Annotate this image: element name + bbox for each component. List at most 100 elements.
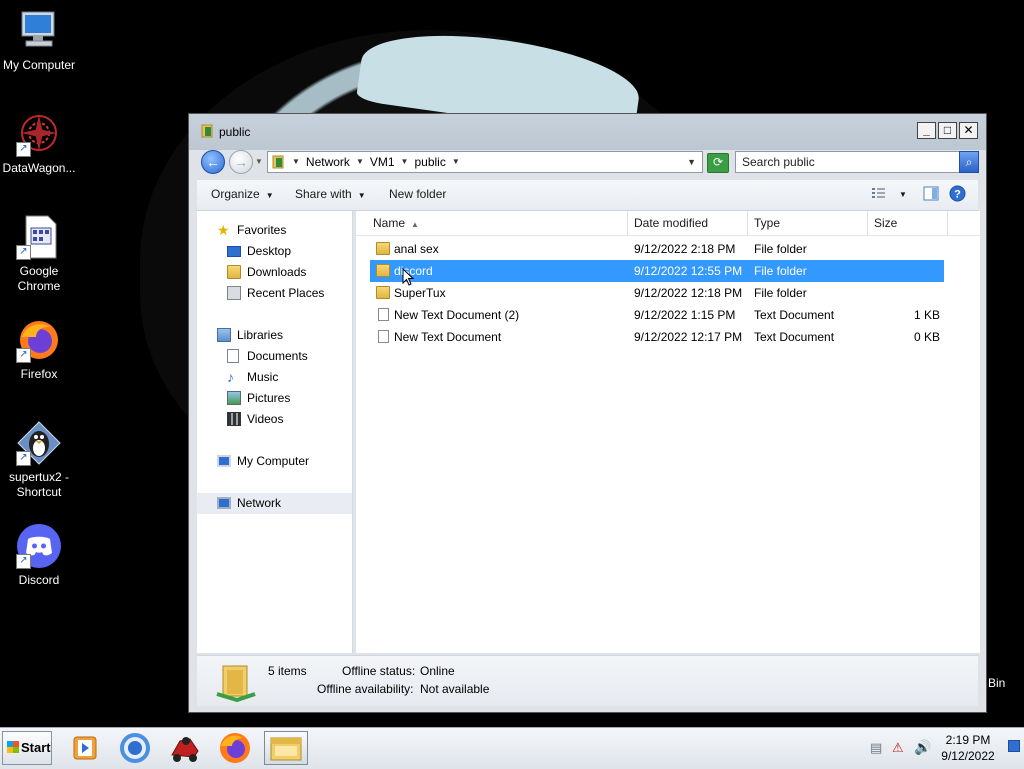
change-view-icon[interactable] [871, 186, 887, 200]
star-icon: ★ [217, 222, 230, 238]
media-player-icon [73, 736, 97, 760]
desktop-icon-supertux2[interactable]: ↗ supertux2 - Shortcut [0, 420, 78, 500]
refresh-button[interactable]: ⟳ [707, 153, 729, 173]
show-desktop-icon[interactable] [1008, 740, 1020, 752]
organize-button[interactable]: Organize ▼ [211, 187, 274, 201]
shortcut-arrow-icon: ↗ [16, 348, 31, 363]
network-folder-large-icon [216, 665, 256, 703]
nav-libraries[interactable]: Libraries [197, 325, 352, 346]
desktop-icon-my-computer[interactable]: My Computer [0, 8, 78, 73]
network-warning-icon[interactable]: ⚠ [892, 740, 904, 756]
file-list: Name ▲ Date modified Type Size anal sex 9/… [356, 211, 980, 653]
breadcrumb-vm1[interactable]: VM1 [370, 152, 395, 172]
column-header-date[interactable]: Date modified [628, 211, 748, 235]
desktop-icon-google-chrome[interactable]: ↗ Google Chrome [0, 214, 78, 294]
maximize-button[interactable]: □ [938, 122, 957, 139]
nav-pictures[interactable]: Pictures [197, 388, 352, 409]
search-icon[interactable]: ⌕ [959, 151, 979, 173]
taskbar-media-player[interactable] [66, 731, 104, 765]
offline-availability-label: Offline availability: [317, 682, 414, 696]
forward-button[interactable]: → [229, 150, 253, 174]
nav-videos[interactable]: Videos [197, 409, 352, 430]
folder-icon [376, 264, 390, 277]
explorer-icon [270, 737, 302, 761]
help-icon[interactable]: ? [949, 185, 966, 202]
start-button[interactable]: Start [2, 731, 52, 765]
file-name: New Text Document (2) [394, 308, 520, 322]
file-row[interactable]: New Text Document (2) 9/12/2022 1:15 PM Te… [370, 304, 944, 326]
explorer-window: public _ □ ✕ ← → ▼ ▼ Network ▼ VM1 ▼ pub… [188, 113, 987, 713]
supertux-kart-icon [171, 737, 199, 762]
taskbar-supertux[interactable] [166, 731, 204, 765]
nav-recent-places[interactable]: Recent Places [197, 283, 352, 304]
search-input[interactable]: Search public [735, 151, 971, 173]
supertux-icon: ↗ [16, 420, 62, 466]
nav-network[interactable]: Network [197, 493, 352, 514]
volume-icon[interactable]: 🔊 [914, 739, 931, 756]
breadcrumb-network[interactable]: Network [306, 152, 350, 172]
address-history-dropdown[interactable]: ▼ [687, 152, 696, 172]
nav-network-label: Network [237, 496, 282, 510]
desktop-icon-recycle-bin-label[interactable]: Bin [988, 676, 1005, 690]
documents-icon [227, 349, 239, 363]
breadcrumb-chevron-icon[interactable]: ▼ [356, 152, 364, 172]
file-name: New Text Document [394, 330, 502, 344]
shortcut-arrow-icon: ↗ [16, 554, 31, 569]
file-row[interactable]: SuperTux 9/12/2022 12:18 PM File folder [370, 282, 944, 304]
taskbar-chrome[interactable] [116, 731, 154, 765]
nav-music[interactable]: ♪ Music [197, 367, 352, 388]
breadcrumb-chevron-icon[interactable]: ▼ [401, 152, 409, 172]
breadcrumb-chevron-icon[interactable]: ▼ [452, 152, 460, 172]
nav-downloads[interactable]: Downloads [197, 262, 352, 283]
close-button[interactable]: ✕ [959, 122, 978, 139]
new-folder-button[interactable]: New folder [389, 187, 446, 201]
taskbar: Start ▤ ⚠ 🔊 2:19 PM 9/12/2022 [0, 727, 1024, 769]
back-button[interactable]: ← [201, 150, 225, 174]
address-bar[interactable]: ▼ Network ▼ VM1 ▼ public ▼ ▼ [267, 151, 703, 173]
action-center-icon[interactable]: ▤ [870, 740, 882, 756]
network-folder-icon [201, 124, 213, 138]
address-row: ← → ▼ ▼ Network ▼ VM1 ▼ public ▼ ▼ ⟳ Sea… [197, 148, 979, 178]
datawagon-icon: ↗ [16, 111, 62, 157]
nav-my-computer[interactable]: My Computer [197, 451, 352, 472]
shortcut-arrow-icon: ↗ [16, 451, 31, 466]
offline-status-label: Offline status: [342, 664, 416, 678]
videos-icon [227, 412, 241, 426]
mouse-cursor-icon [402, 268, 414, 286]
column-name-label: Name [373, 216, 406, 230]
preview-pane-icon[interactable] [923, 186, 939, 201]
desktop-icon-datawagon[interactable]: ↗ DataWagon... [0, 111, 78, 176]
column-header-size[interactable]: Size [868, 211, 948, 235]
share-with-button[interactable]: Share with ▼ [295, 187, 366, 201]
desktop-icon [227, 246, 241, 257]
desktop-icon-firefox[interactable]: ↗ Firefox [0, 317, 78, 382]
nav-documents[interactable]: Documents [197, 346, 352, 367]
recent-pages-dropdown[interactable]: ▼ [255, 157, 263, 166]
column-header-name[interactable]: Name ▲ [356, 211, 628, 235]
breadcrumb-chevron-icon[interactable]: ▼ [292, 152, 300, 172]
breadcrumb-public[interactable]: public [414, 152, 445, 172]
view-options-dropdown[interactable]: ▼ [899, 190, 907, 199]
computer-icon [16, 8, 62, 54]
minimize-button[interactable]: _ [917, 122, 936, 139]
network-icon [217, 497, 231, 509]
desktop-icon-discord[interactable]: ↗ Discord [0, 523, 78, 588]
network-folder-icon [272, 155, 284, 169]
file-date-modified: 9/12/2022 12:18 PM [634, 286, 743, 300]
nav-desktop[interactable]: Desktop [197, 241, 352, 262]
file-row[interactable]: discord 9/12/2022 12:55 PM File folder [370, 260, 944, 282]
nav-videos-label: Videos [247, 412, 284, 426]
taskbar-explorer[interactable] [264, 731, 308, 765]
nav-my-computer-label: My Computer [237, 454, 310, 468]
file-row[interactable]: New Text Document 9/12/2022 12:17 PM Text … [370, 326, 944, 348]
nav-favorites[interactable]: ★ Favorites [197, 220, 352, 241]
window-titlebar[interactable]: public _ □ ✕ [189, 114, 986, 150]
file-size: 1 KB [913, 308, 940, 322]
taskbar-firefox[interactable] [216, 731, 254, 765]
nav-downloads-label: Downloads [247, 265, 307, 279]
clock[interactable]: 2:19 PM 9/12/2022 [930, 732, 1006, 764]
document-shortcut-icon: ↗ [16, 214, 62, 260]
file-row[interactable]: anal sex 9/12/2022 2:18 PM File folder [370, 238, 944, 260]
nav-music-label: Music [247, 370, 279, 384]
column-header-type[interactable]: Type [748, 211, 868, 235]
